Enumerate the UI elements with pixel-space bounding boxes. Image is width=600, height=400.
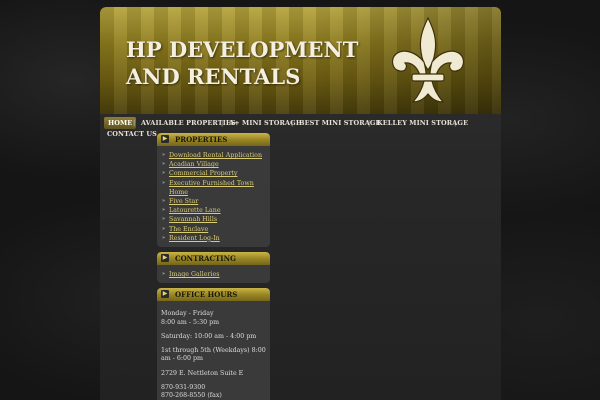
nav-separator: |	[454, 119, 457, 127]
contracting-box: ▶ CONTRACTING » Image Galleries	[157, 252, 270, 284]
contracting-list: » Image Galleries	[161, 270, 266, 279]
properties-title: PROPERTIES	[175, 135, 228, 144]
sidebar: ▶ PROPERTIES » Download Rental Applicatio…	[157, 133, 270, 400]
bullet-icon: »	[162, 170, 166, 177]
header-banner: HP DEVELOPMENT AND RENTALS	[100, 7, 501, 114]
list-item: » Acadian Village	[161, 160, 266, 169]
bullet-icon: »	[162, 179, 166, 186]
site-title-line1: HP DEVELOPMENT	[126, 37, 359, 62]
list-item: » Latourette Lane	[161, 206, 266, 215]
properties-list: » Download Rental Application » Acadian Vi…	[161, 151, 266, 243]
site-title[interactable]: HP DEVELOPMENT AND RENTALS	[126, 36, 358, 90]
list-item: » Download Rental Application	[161, 151, 266, 160]
list-item: » Image Galleries	[161, 270, 266, 279]
link-acadian-village[interactable]: Acadian Village	[169, 161, 219, 168]
contracting-header: ▶ CONTRACTING	[157, 252, 270, 266]
office-hours-body: Monday - Friday 8:00 am - 5:30 pm Saturd…	[157, 301, 270, 400]
contracting-body: » Image Galleries	[157, 265, 270, 283]
bullet-icon: »	[162, 271, 166, 278]
nav-separator: |	[368, 119, 371, 127]
office-hours-weekdays: Monday - Friday 8:00 am - 5:30 pm	[161, 310, 266, 327]
properties-body: » Download Rental Application » Acadian Vi…	[157, 146, 270, 247]
list-item: » Savannah Hills	[161, 215, 266, 224]
link-latourette-lane[interactable]: Latourette Lane	[169, 207, 221, 214]
properties-header: ▶ PROPERTIES	[157, 133, 270, 146]
office-hours-saturday: Saturday: 10:00 am - 4:00 pm	[161, 332, 257, 340]
fax-number: 870-268-8550 (fax)	[161, 392, 222, 400]
office-hours-title: OFFICE HOURS	[175, 290, 238, 300]
link-executive-furnished-town-home[interactable]: Executive Furnished Town Home	[169, 180, 254, 196]
properties-box: ▶ PROPERTIES » Download Rental Applicatio…	[157, 133, 270, 248]
office-address: 2729 E. Nettleton Suite E	[161, 369, 244, 377]
nav-contact-us[interactable]: CONTACT US	[107, 130, 157, 138]
fleur-de-lis-icon	[391, 16, 465, 103]
arrow-right-icon: ▶	[161, 254, 169, 263]
link-commercial-property[interactable]: Commercial Property	[169, 170, 238, 177]
phone-number: 870-931-9300	[161, 384, 206, 392]
bullet-icon: »	[162, 152, 166, 158]
list-item: » Resident Log-In	[161, 234, 266, 243]
weekday-label: Monday - Friday	[161, 310, 214, 318]
link-savannah-hills[interactable]: Savannah Hills	[169, 216, 217, 223]
list-item: » Executive Furnished Town Home	[161, 179, 266, 197]
list-item: » Commercial Property	[161, 169, 266, 178]
link-resident-log-in[interactable]: Resident Log-In	[169, 235, 220, 242]
arrow-right-icon: ▶	[161, 290, 169, 299]
office-phones: 870-931-9300 870-268-8550 (fax)	[161, 384, 266, 400]
bullet-icon: »	[162, 207, 166, 214]
bullet-icon: »	[162, 198, 166, 205]
page-container: HP DEVELOPMENT AND RENTALS HOME | AVAILA…	[100, 7, 501, 400]
bullet-icon: »	[162, 225, 166, 232]
nav-separator: |	[221, 119, 224, 127]
bullet-icon: »	[162, 234, 166, 241]
link-image-galleries[interactable]: Image Galleries	[169, 271, 220, 278]
nav-separator: |	[291, 119, 294, 127]
link-the-enclave[interactable]: The Enclave	[169, 226, 208, 233]
office-hours-box: ▶ OFFICE HOURS Monday - Friday 8:00 am -…	[157, 288, 270, 400]
link-five-star[interactable]: Five Star	[169, 198, 198, 205]
list-item: » Five Star	[161, 197, 266, 206]
bullet-icon: »	[162, 216, 166, 223]
arrow-right-icon: ▶	[161, 135, 169, 143]
office-hours-header: ▶ OFFICE HOURS	[157, 288, 270, 302]
link-download-rental-application[interactable]: Download Rental Application	[169, 152, 262, 159]
site-title-line2: AND RENTALS	[126, 64, 301, 89]
weekday-hours: 8:00 am - 5:30 pm	[161, 318, 220, 326]
contracting-title: CONTRACTING	[175, 254, 236, 264]
nav-separator: |	[133, 119, 136, 127]
list-item: » The Enclave	[161, 225, 266, 234]
nav-home[interactable]: HOME	[104, 117, 137, 129]
bullet-icon: »	[162, 161, 166, 168]
office-hours-first-week: 1st through 5th (Weekdays) 8:00 am - 6:0…	[161, 347, 266, 363]
